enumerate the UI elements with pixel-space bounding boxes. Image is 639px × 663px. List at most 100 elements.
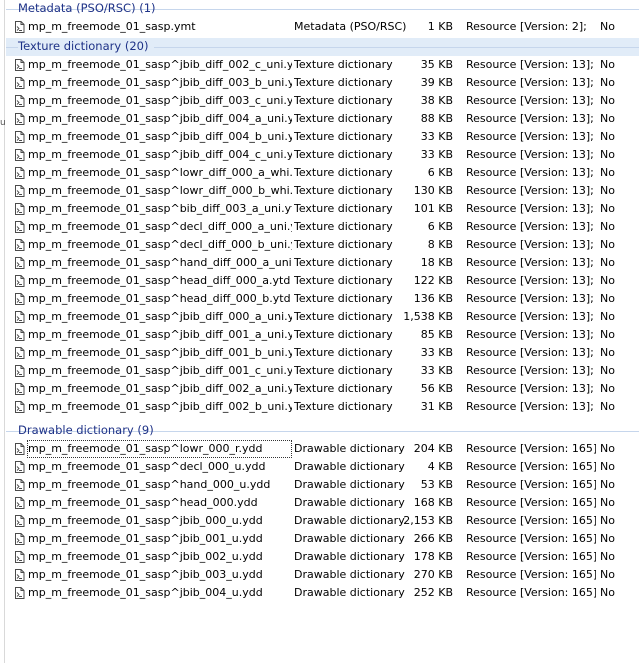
file-compressed: No	[600, 292, 615, 305]
file-icon	[14, 461, 25, 473]
file-size: 6 KB	[427, 166, 453, 179]
file-row[interactable]: mp_m_freemode_01_sasp^jbib_000_u.ydd Draw…	[6, 512, 639, 530]
file-compressed: No	[600, 460, 615, 473]
file-version: Resource [Version: 13];	[466, 58, 594, 71]
file-version: Resource [Version: 13];	[466, 238, 594, 251]
file-icon	[14, 185, 25, 197]
file-icon	[14, 497, 25, 509]
file-icon	[14, 347, 25, 359]
file-type: Texture dictionary	[294, 148, 393, 161]
file-row[interactable]: mp_m_freemode_01_sasp^lowr_000_r.ydd Draw…	[6, 440, 639, 458]
file-row[interactable]: mp_m_freemode_01_sasp^hand_000_u.ydd Draw…	[6, 476, 639, 494]
file-row[interactable]: mp_m_freemode_01_sasp^jbib_002_u.ydd Draw…	[6, 548, 639, 566]
file-compressed: No	[600, 274, 615, 287]
file-type: Texture dictionary	[294, 400, 393, 413]
file-name: mp_m_freemode_01_sasp^jbib_002_u.ydd	[28, 550, 263, 563]
file-size: 53 KB	[420, 478, 453, 491]
file-icon	[14, 533, 25, 545]
file-row[interactable]: mp_m_freemode_01_sasp^head_000.ydd Drawab…	[6, 494, 639, 512]
group-header[interactable]: Drawable dictionary (9)	[6, 422, 639, 440]
file-icon	[14, 77, 25, 89]
file-row[interactable]: mp_m_freemode_01_sasp^jbib_diff_000_a_un…	[6, 308, 639, 326]
file-icon	[14, 401, 25, 413]
file-row[interactable]: mp_m_freemode_01_sasp^decl_000_u.ydd Draw…	[6, 458, 639, 476]
file-version: Resource [Version: 13];	[466, 400, 594, 413]
file-name: mp_m_freemode_01_sasp^jbib_diff_001_a_un…	[28, 328, 292, 341]
file-row[interactable]: mp_m_freemode_01_sasp^jbib_003_u.ydd Draw…	[6, 566, 639, 584]
file-icon	[14, 479, 25, 491]
file-compressed: No	[600, 382, 615, 395]
file-row[interactable]: mp_m_freemode_01_sasp^lowr_diff_000_a_wh…	[6, 164, 639, 182]
file-icon	[14, 311, 25, 323]
file-row[interactable]: mp_m_freemode_01_sasp^jbib_diff_004_c_un…	[6, 146, 639, 164]
file-size: 88 KB	[420, 112, 453, 125]
file-row[interactable]: mp_m_freemode_01_sasp^hand_diff_000_a_un…	[6, 254, 639, 272]
group-header[interactable]: Texture dictionary (20)	[6, 38, 639, 56]
file-row[interactable]: mp_m_freemode_01_sasp^decl_diff_000_a_un…	[6, 218, 639, 236]
file-list: Metadata (PSO/RSC) (1) mp_m_freemode_01_s…	[6, 0, 639, 602]
file-icon	[14, 203, 25, 215]
file-row[interactable]: mp_m_freemode_01_sasp^jbib_diff_002_b_un…	[6, 398, 639, 416]
file-icon	[14, 149, 25, 161]
file-size: 2,153 KB	[403, 514, 453, 527]
file-icon	[14, 21, 25, 33]
file-icon	[14, 131, 25, 143]
group-header-label: Metadata (PSO/RSC) (1)	[18, 1, 156, 15]
file-row[interactable]: mp_m_freemode_01_sasp^jbib_diff_003_c_un…	[6, 92, 639, 110]
group-header-label: Drawable dictionary (9)	[18, 423, 154, 437]
file-row[interactable]: mp_m_freemode_01_sasp^jbib_diff_001_c_un…	[6, 362, 639, 380]
file-name: mp_m_freemode_01_sasp^bib_diff_003_a_uni…	[28, 202, 292, 215]
file-icon	[14, 167, 25, 179]
file-icon	[14, 587, 25, 599]
file-size: 204 KB	[413, 442, 453, 455]
file-name: mp_m_freemode_01_sasp^jbib_diff_002_b_un…	[28, 400, 292, 413]
file-row[interactable]: mp_m_freemode_01_sasp^jbib_004_u.ydd Draw…	[6, 584, 639, 602]
file-type: Texture dictionary	[294, 274, 393, 287]
file-size: 4 KB	[427, 460, 453, 473]
pane-divider	[4, 0, 5, 663]
file-compressed: No	[600, 166, 615, 179]
file-name: mp_m_freemode_01_sasp^hand_diff_000_a_un…	[28, 256, 292, 269]
file-type: Drawable dictionary	[294, 568, 405, 581]
file-version: Resource [Version: 165];	[466, 514, 596, 527]
file-row[interactable]: mp_m_freemode_01_sasp^jbib_diff_004_b_un…	[6, 128, 639, 146]
file-compressed: No	[600, 328, 615, 341]
file-row[interactable]: mp_m_freemode_01_sasp^jbib_diff_001_b_un…	[6, 344, 639, 362]
file-size: 270 KB	[413, 568, 453, 581]
file-icon	[14, 569, 25, 581]
file-type: Texture dictionary	[294, 364, 393, 377]
file-row[interactable]: mp_m_freemode_01_sasp^jbib_diff_002_c_un…	[6, 56, 639, 74]
file-size: 33 KB	[420, 364, 453, 377]
file-icon	[14, 383, 25, 395]
file-icon	[14, 443, 25, 455]
file-version: Resource [Version: 13];	[466, 346, 594, 359]
file-type: Texture dictionary	[294, 130, 393, 143]
file-compressed: No	[600, 238, 615, 251]
file-size: 31 KB	[420, 400, 453, 413]
file-row[interactable]: mp_m_freemode_01_sasp^head_diff_000_b.yt…	[6, 290, 639, 308]
file-type: Texture dictionary	[294, 184, 393, 197]
file-row[interactable]: mp_m_freemode_01_sasp^head_diff_000_a.yt…	[6, 272, 639, 290]
file-compressed: No	[600, 568, 615, 581]
file-row[interactable]: mp_m_freemode_01_sasp.ymt Metadata (PSO/R…	[6, 18, 639, 36]
file-row[interactable]: mp_m_freemode_01_sasp^jbib_diff_004_a_un…	[6, 110, 639, 128]
file-type: Drawable dictionary	[294, 550, 405, 563]
file-name: mp_m_freemode_01_sasp^jbib_diff_000_a_un…	[28, 310, 292, 323]
file-row[interactable]: mp_m_freemode_01_sasp^bib_diff_003_a_uni…	[6, 200, 639, 218]
file-row[interactable]: mp_m_freemode_01_sasp^jbib_diff_002_a_un…	[6, 380, 639, 398]
file-row[interactable]: mp_m_freemode_01_sasp^decl_diff_000_b_un…	[6, 236, 639, 254]
file-row[interactable]: mp_m_freemode_01_sasp^jbib_diff_001_a_un…	[6, 326, 639, 344]
file-name: mp_m_freemode_01_sasp^jbib_diff_003_c_un…	[28, 94, 292, 107]
file-type: Texture dictionary	[294, 58, 393, 71]
file-row[interactable]: mp_m_freemode_01_sasp^lowr_diff_000_b_wh…	[6, 182, 639, 200]
file-size: 8 KB	[427, 238, 453, 251]
file-name: mp_m_freemode_01_sasp^lowr_diff_000_b_wh…	[28, 184, 292, 197]
file-version: Resource [Version: 13];	[466, 364, 594, 377]
group-header[interactable]: Metadata (PSO/RSC) (1)	[6, 0, 639, 18]
file-row[interactable]: mp_m_freemode_01_sasp^jbib_001_u.ydd Draw…	[6, 530, 639, 548]
file-size: 136 KB	[413, 292, 453, 305]
file-name: mp_m_freemode_01_sasp^lowr_diff_000_a_wh…	[28, 166, 292, 179]
file-type: Drawable dictionary	[294, 514, 405, 527]
file-row[interactable]: mp_m_freemode_01_sasp^jbib_diff_003_b_un…	[6, 74, 639, 92]
file-version: Resource [Version: 13];	[466, 382, 594, 395]
